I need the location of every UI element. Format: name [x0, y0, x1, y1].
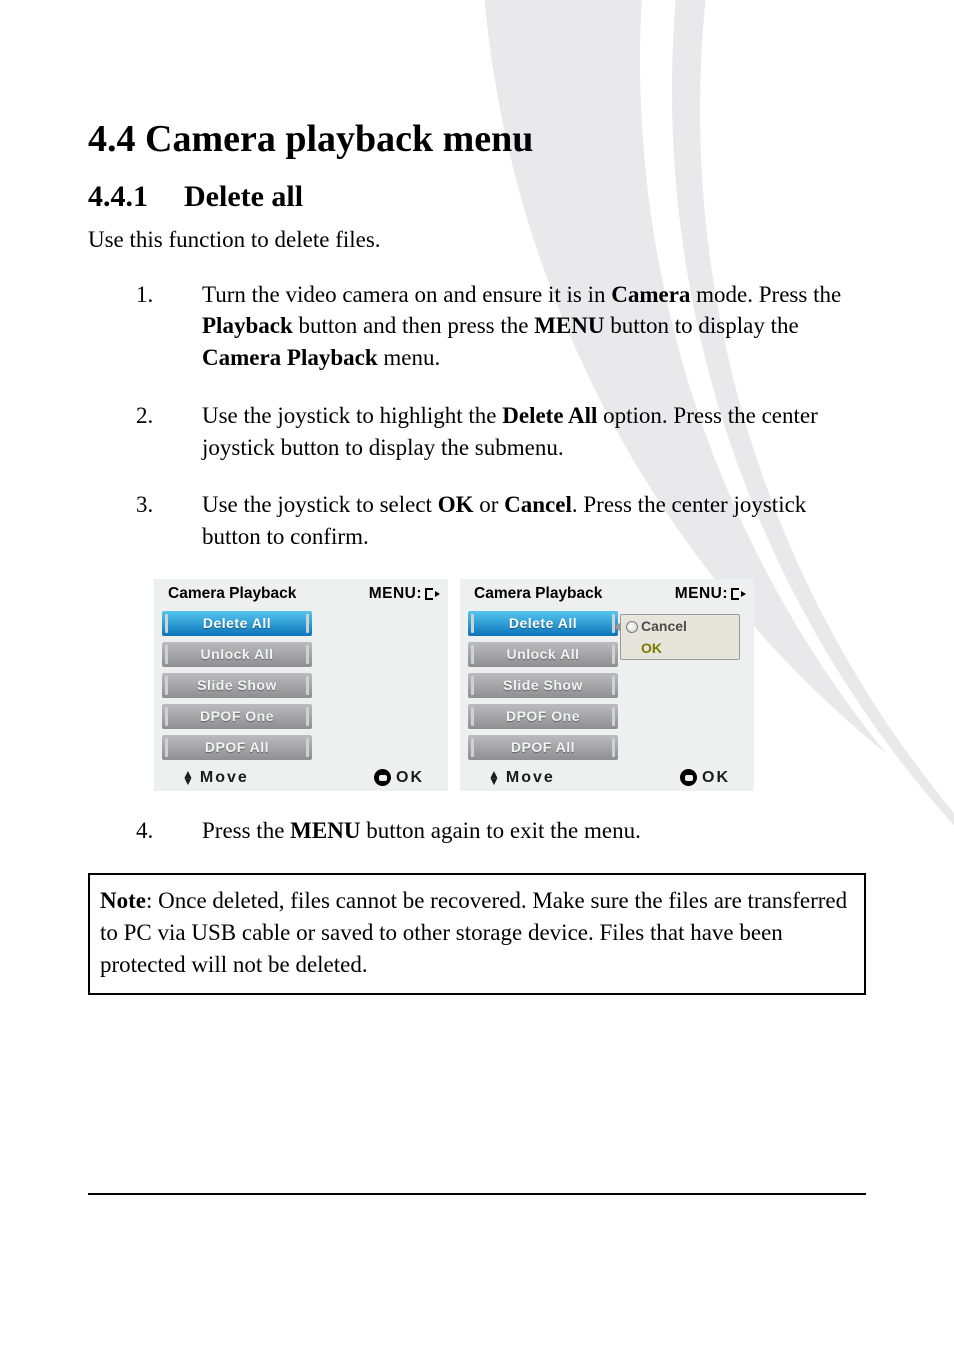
note-label: Note: [100, 888, 146, 913]
lcd-menu-item: Unlock All: [162, 642, 312, 667]
subsection-heading: 4.4.1Delete all: [88, 180, 866, 214]
lcd-menu-exit: MENU:: [675, 585, 744, 603]
updown-icon: ▲▼: [182, 771, 194, 785]
lcd-menu-item: DPOF One: [162, 704, 312, 729]
lcd-left: Camera Playback MENU: Delete All Unlock A…: [154, 579, 448, 791]
lcd-menu-item: Slide Show: [162, 673, 312, 698]
step-text: Use the joystick to select OK or Cancel.…: [202, 489, 866, 552]
steps-list-continued: 4.Press the MENU button again to exit th…: [88, 815, 866, 847]
lcd-screenshots: Camera Playback MENU: Delete All Unlock A…: [154, 579, 866, 791]
flyout-option-ok: OK: [621, 637, 739, 659]
lcd-menu-list: Delete All Unlock All Slide Show DPOF One DP…: [162, 611, 312, 766]
lcd-menu-item: Delete All: [468, 611, 618, 636]
step-text: Press the MENU button again to exit the …: [202, 815, 866, 847]
note-box: Note: Once deleted, files cannot be reco…: [88, 873, 866, 996]
lcd-right: Camera Playback MENU: Delete All Unlock A…: [460, 579, 754, 791]
lcd-title: Camera Playback: [474, 585, 602, 603]
ok-icon: [680, 769, 697, 786]
radio-icon: [626, 621, 638, 633]
step-item: 3.Use the joystick to select OK or Cance…: [136, 489, 866, 552]
step-text: Turn the video camera on and ensure it i…: [202, 279, 866, 374]
subsection-title: Delete all: [184, 180, 303, 213]
exit-icon: [731, 588, 744, 600]
lcd-menu-item: Unlock All: [468, 642, 618, 667]
footer-divider: [88, 1193, 866, 1195]
lcd-menu-item: DPOF One: [468, 704, 618, 729]
lcd-move-hint: ▲▼ Move: [182, 769, 249, 787]
lcd-menu-item: Slide Show: [468, 673, 618, 698]
lcd-menu-item: DPOF All: [468, 735, 618, 760]
steps-list: 1.Turn the video camera on and ensure it…: [88, 279, 866, 553]
lcd-ok-hint: OK: [680, 769, 730, 787]
updown-icon: ▲▼: [488, 771, 500, 785]
lcd-ok-hint: OK: [374, 769, 424, 787]
step-number: 4.: [136, 815, 202, 847]
step-number: 2.: [136, 400, 202, 463]
step-item: 1.Turn the video camera on and ensure it…: [136, 279, 866, 374]
step-item: 4.Press the MENU button again to exit th…: [136, 815, 866, 847]
ok-icon: [374, 769, 391, 786]
intro-text: Use this function to delete files.: [88, 224, 866, 255]
exit-icon: [425, 588, 438, 600]
lcd-menu-item: DPOF All: [162, 735, 312, 760]
step-number: 1.: [136, 279, 202, 374]
section-heading: 4.4 Camera playback menu: [88, 118, 866, 162]
lcd-title: Camera Playback: [168, 585, 296, 603]
lcd-menu-list: Delete All Unlock All Slide Show DPOF One DP…: [468, 611, 618, 766]
step-number: 3.: [136, 489, 202, 552]
note-body: : Once deleted, files cannot be recovere…: [100, 888, 847, 977]
subsection-number: 4.4.1: [88, 180, 184, 214]
lcd-menu-item: Delete All: [162, 611, 312, 636]
flyout-option-cancel: Cancel: [621, 615, 739, 637]
step-item: 2.Use the joystick to highlight the Dele…: [136, 400, 866, 463]
flyout-submenu: Cancel OK: [620, 614, 740, 660]
lcd-move-hint: ▲▼ Move: [488, 769, 555, 787]
step-text: Use the joystick to highlight the Delete…: [202, 400, 866, 463]
lcd-menu-exit: MENU:: [369, 585, 438, 603]
